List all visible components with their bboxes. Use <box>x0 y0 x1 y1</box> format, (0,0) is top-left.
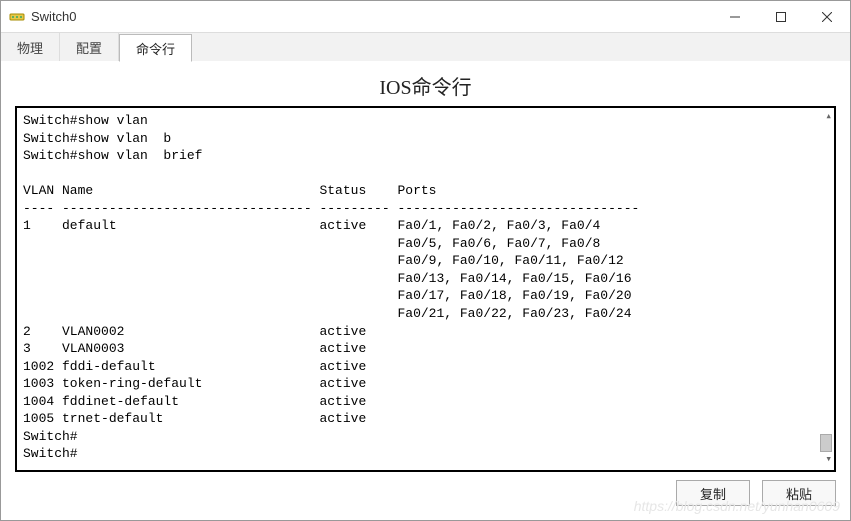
tabbar: 物理 配置 命令行 <box>1 33 850 61</box>
window-title: Switch0 <box>31 9 77 24</box>
scroll-up-icon[interactable]: ▴ <box>825 110 832 125</box>
scroll-down-icon[interactable]: ▾ <box>825 453 832 468</box>
cli-title: IOS命令行 <box>15 71 836 100</box>
titlebar: Switch0 <box>1 1 850 33</box>
title-left: Switch0 <box>9 9 77 25</box>
content-area: IOS命令行 Switch#show vlan Switch#show vlan… <box>1 61 850 520</box>
terminal[interactable]: Switch#show vlan Switch#show vlan b Swit… <box>15 106 836 472</box>
scroll-thumb[interactable] <box>820 434 832 452</box>
window-controls <box>712 1 850 32</box>
tab-physical[interactable]: 物理 <box>1 33 60 61</box>
copy-button[interactable]: 复制 <box>676 480 750 506</box>
minimize-button[interactable] <box>712 1 758 32</box>
terminal-text: Switch#show vlan Switch#show vlan b Swit… <box>23 113 639 461</box>
tab-cli[interactable]: 命令行 <box>119 34 192 62</box>
paste-button[interactable]: 粘贴 <box>762 480 836 506</box>
switch-device-icon <box>9 9 25 25</box>
tab-config[interactable]: 配置 <box>60 33 119 61</box>
app-window: Switch0 物理 配置 命令行 IOS命令行 Switch#show vla… <box>0 0 851 521</box>
close-button[interactable] <box>804 1 850 32</box>
button-row: 复制 粘贴 <box>15 480 836 506</box>
maximize-button[interactable] <box>758 1 804 32</box>
